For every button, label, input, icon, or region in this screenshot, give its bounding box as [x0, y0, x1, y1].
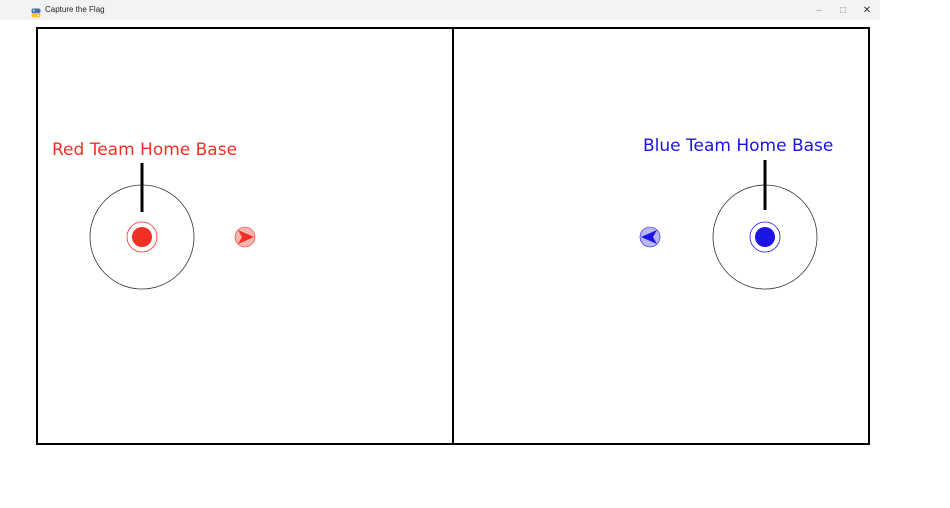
red-player[interactable] [234, 226, 256, 248]
blue-flag [755, 227, 775, 247]
red-flag [132, 227, 152, 247]
game-window: Capture the Flag – □ ✕ Red Team Home Bas… [0, 0, 950, 508]
game-canvas[interactable]: Red Team Home Base Blue Team Home Base [0, 0, 950, 508]
blue-base-label: Blue Team Home Base [643, 136, 833, 156]
red-home-base: Red Team Home Base [52, 140, 237, 290]
blue-player[interactable] [639, 226, 661, 248]
blue-home-base: Blue Team Home Base [643, 136, 833, 290]
red-base-label: Red Team Home Base [52, 140, 237, 160]
